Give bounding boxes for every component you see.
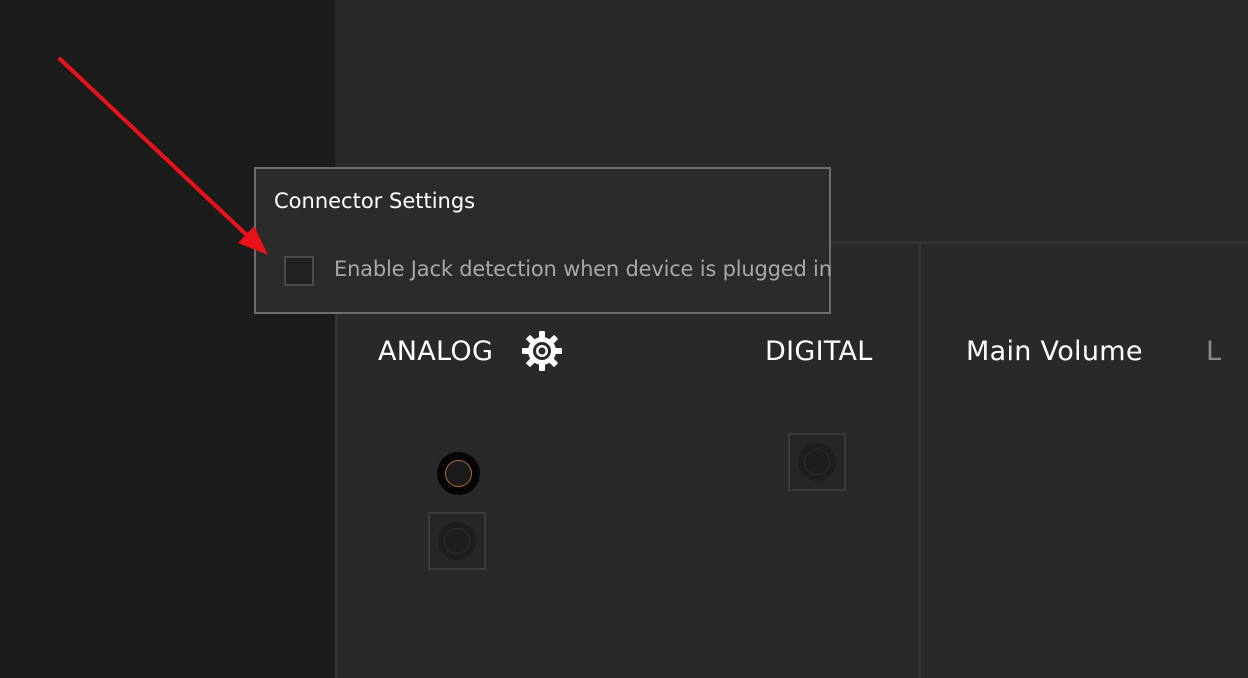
digital-jack[interactable] [788,433,846,491]
gear-icon[interactable] [521,330,563,372]
analog-title: ANALOG [378,336,494,367]
analog-jack-active[interactable] [437,452,480,495]
connector-settings-popup: Connector Settings Enable Jack detection… [254,167,832,314]
main-volume-title: Main Volume [966,336,1143,367]
volume-panel [918,244,1248,678]
digital-title: DIGITAL [765,336,873,367]
jack-ring [445,460,472,487]
popup-title: Connector Settings [274,189,476,213]
jack-detection-label[interactable]: Enable Jack detection when device is plu… [334,257,832,281]
analog-jack-inactive[interactable] [428,512,486,570]
channel-left-label: L [1206,336,1222,367]
jack-hole [798,443,836,481]
left-sidebar [0,0,335,678]
jack-detection-checkbox[interactable] [284,256,314,286]
jack-hole [438,522,476,560]
